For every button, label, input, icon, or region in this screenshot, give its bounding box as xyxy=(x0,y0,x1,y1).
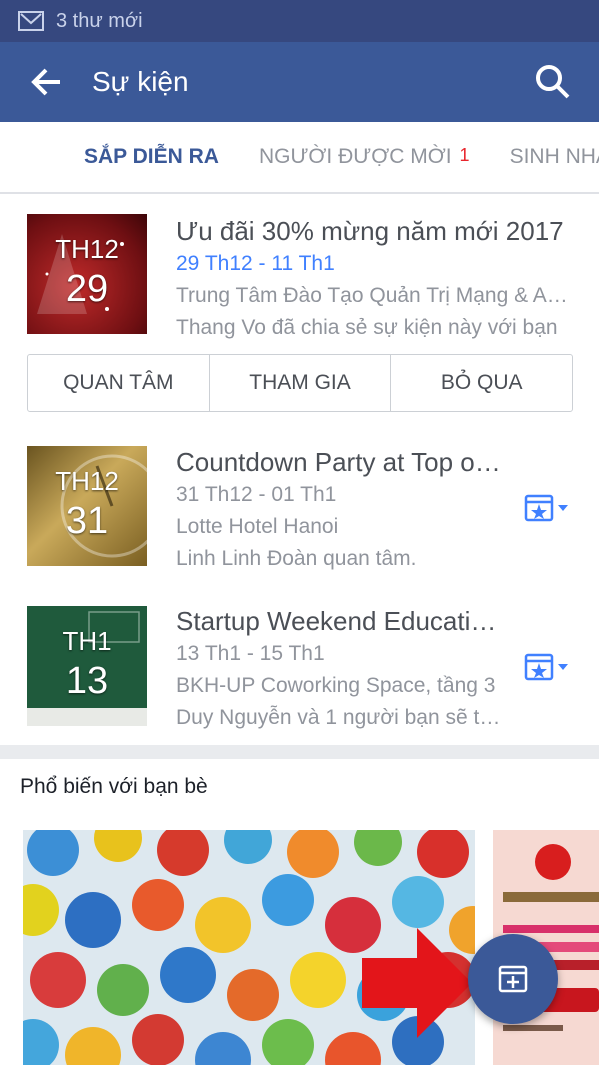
interested-star-icon[interactable] xyxy=(524,493,572,523)
interested-button[interactable]: QUAN TÂM xyxy=(28,355,210,411)
event-date: 31 Th12 - 01 Th1 xyxy=(176,483,337,506)
page-title: Sự kiện xyxy=(92,66,189,97)
event-date: 29 Th12 - 11 Th1 xyxy=(176,252,335,275)
back-button[interactable] xyxy=(0,42,92,122)
gmail-icon xyxy=(18,11,44,31)
event-item-2[interactable]: TH12 31 Countdown Party at Top of Hanoi … xyxy=(0,445,599,570)
event-thumbnail: TH12 29 xyxy=(27,214,147,334)
app-bar: Sự kiện xyxy=(0,42,599,122)
skip-button[interactable]: BỎ QUA xyxy=(391,355,572,411)
back-arrow-icon xyxy=(31,68,60,96)
event-item-3[interactable]: TH1 13 Startup Weekend Education Hanoi 1… xyxy=(0,604,599,729)
event-action-bar: QUAN TÂM THAM GIA BỎ QUA xyxy=(27,354,573,412)
tab-upcoming[interactable]: SẮP DIỄN RA xyxy=(0,145,239,169)
event-date: 13 Th1 - 15 Th1 xyxy=(176,642,325,665)
popular-with-friends-heading: Phổ biến với bạn bè xyxy=(20,775,208,798)
event-social-context: Linh Linh Đoàn quan tâm. xyxy=(176,547,417,570)
event-place: Trung Tâm Đào Tạo Quản Trị Mạng & An Nin… xyxy=(176,284,576,307)
search-button[interactable] xyxy=(507,42,599,122)
tab-bar: SẮP DIỄN RA NGƯỜI ĐƯỢC MỜI1 SINH NHẬT xyxy=(0,122,599,194)
event-item-1[interactable]: TH12 29 Ưu đãi 30% mừng năm mới 2017 29 … xyxy=(0,214,599,344)
event-name: Startup Weekend Education Hanoi xyxy=(176,606,506,636)
red-arrow-annotation xyxy=(362,928,472,1038)
event-name: Countdown Party at Top of Hanoi xyxy=(176,447,506,477)
calendar-add-icon xyxy=(498,965,528,993)
going-button[interactable]: THAM GIA xyxy=(210,355,392,411)
interested-star-icon[interactable] xyxy=(524,652,572,682)
search-icon xyxy=(536,65,570,99)
section-divider xyxy=(0,745,599,759)
tab-birthdays[interactable]: SINH NHẬT xyxy=(490,145,599,169)
status-bar: 3 thư mới xyxy=(0,0,599,42)
event-thumbnail: TH1 13 xyxy=(27,606,147,726)
event-social-context: Duy Nguyễn và 1 người bạn sẽ tham gia xyxy=(176,706,506,729)
create-event-fab[interactable] xyxy=(468,934,558,1024)
event-place: Lotte Hotel Hanoi xyxy=(176,515,339,538)
event-social-context: Thang Vo đã chia sẻ sự kiện này với bạn xyxy=(176,316,558,339)
notification-text: 3 thư mới xyxy=(56,9,143,32)
event-name: Ưu đãi 30% mừng năm mới 2017 xyxy=(176,216,564,246)
event-place: BKH-UP Coworking Space, tầng 3 xyxy=(176,674,496,697)
event-thumbnail: TH12 31 xyxy=(27,446,147,566)
tab-invited[interactable]: NGƯỜI ĐƯỢC MỜI 1 xyxy=(239,145,490,169)
invite-count-badge: 1 xyxy=(459,145,470,165)
